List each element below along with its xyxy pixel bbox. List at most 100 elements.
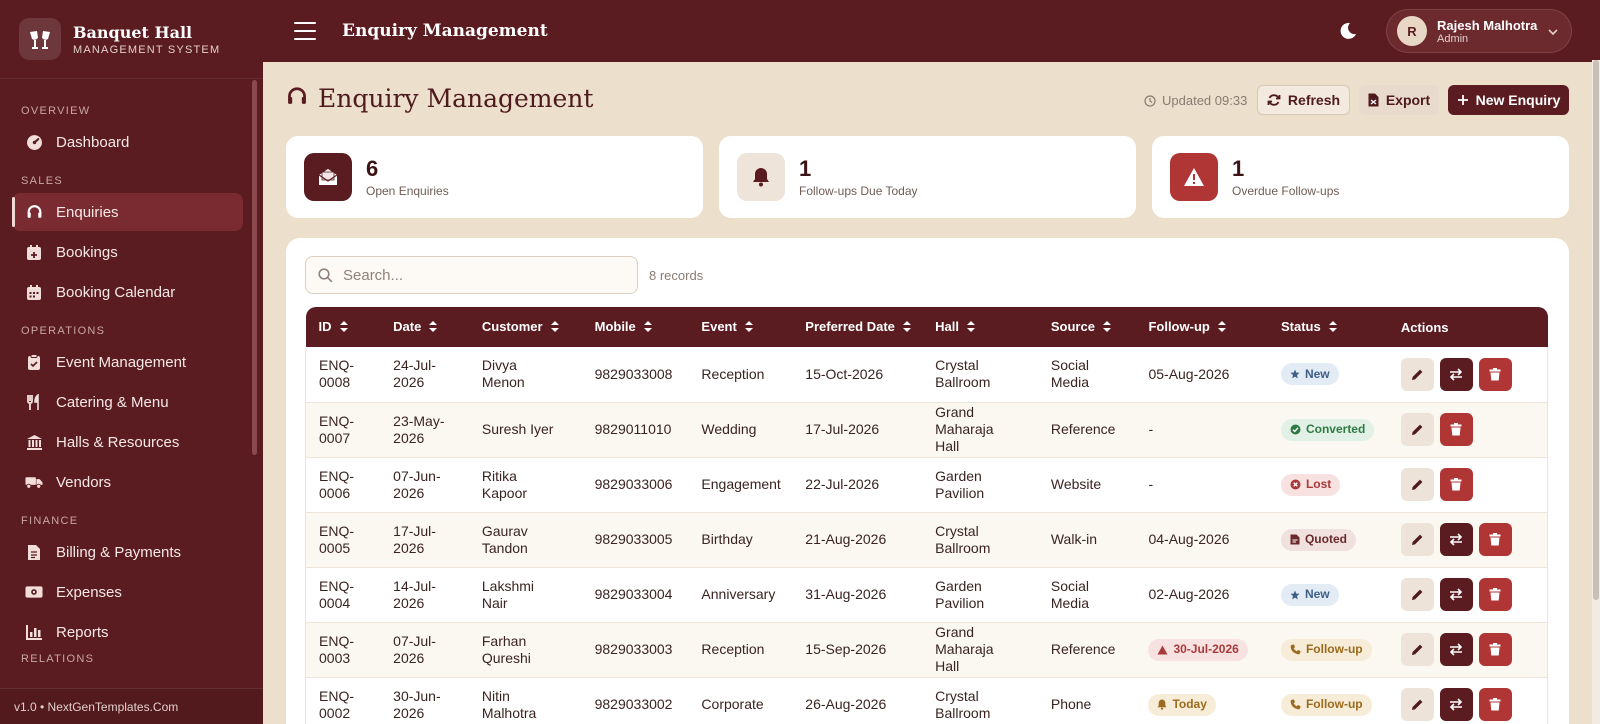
cell-mobile: 9829011010 — [581, 402, 689, 458]
edit-button[interactable] — [1400, 688, 1434, 721]
sidebar-item-vendors[interactable]: Vendors — [12, 463, 243, 501]
column-header[interactable]: Follow-up — [1135, 307, 1268, 347]
column-header[interactable]: Date — [380, 307, 469, 347]
trash-icon — [1489, 643, 1501, 656]
cell-source: Social Media — [1037, 567, 1136, 623]
edit-button[interactable] — [1400, 468, 1434, 501]
cell-status: Lost — [1267, 457, 1388, 513]
cell-mobile: 9829033006 — [581, 457, 689, 513]
cell-event: Birthday — [688, 512, 793, 568]
convert-button[interactable] — [1439, 523, 1473, 556]
stat-overdue-followups: 1 Overdue Follow-ups — [1152, 136, 1569, 218]
cell-followup: - — [1135, 457, 1268, 513]
sidebar-item-halls-resources[interactable]: Halls & Resources — [12, 423, 243, 461]
sidebar-item-label: Halls & Resources — [56, 433, 180, 451]
cell-actions — [1387, 512, 1548, 568]
cell-customer: Ritika Kapoor — [468, 457, 582, 513]
sidebar-item-booking-calendar[interactable]: Booking Calendar — [12, 273, 243, 311]
edit-button[interactable] — [1400, 578, 1434, 611]
cell-customer: Suresh Iyer — [468, 402, 582, 458]
menu-toggle-icon[interactable] — [294, 22, 316, 40]
sort-icon[interactable] — [429, 320, 438, 335]
cell-followup: 04-Aug-2026 — [1135, 512, 1268, 568]
edit-button[interactable] — [1400, 413, 1434, 446]
delete-button[interactable] — [1439, 468, 1473, 501]
cell-id: ENQ-0008 — [305, 347, 381, 403]
enquiry-table: ID Date Customer Mobile Event Preferred Date H… — [305, 307, 1548, 724]
calendar-plus-icon — [25, 243, 43, 261]
sidebar-item-dashboard[interactable]: Dashboard — [12, 123, 243, 161]
column-header[interactable]: Source — [1038, 307, 1136, 347]
sidebar-scrollbar[interactable] — [252, 80, 257, 455]
bell-icon — [737, 153, 785, 201]
sort-icon[interactable] — [550, 320, 559, 335]
sidebar-item-billing-payments[interactable]: Billing & Payments — [12, 533, 243, 571]
column-header[interactable]: Preferred Date — [792, 307, 922, 347]
delete-button[interactable] — [1478, 633, 1512, 666]
edit-button[interactable] — [1400, 633, 1434, 666]
search-input[interactable] — [343, 266, 623, 284]
table-body: ENQ-0008 24-Jul-2026 Divya Menon 9829033008… — [305, 347, 1548, 724]
convert-button[interactable] — [1439, 357, 1473, 391]
cell-mobile: 9829033008 — [581, 347, 689, 403]
cell-actions — [1387, 347, 1548, 403]
cell-date: 14-Jul-2026 — [380, 567, 469, 623]
export-button[interactable]: Export — [1359, 85, 1439, 115]
column-header[interactable]: Status — [1268, 307, 1388, 347]
sort-icon[interactable] — [339, 320, 348, 335]
convert-button[interactable] — [1439, 578, 1473, 611]
cell-status: Quoted — [1267, 512, 1388, 568]
refresh-button[interactable]: Refresh — [1257, 85, 1350, 115]
sort-icon[interactable] — [643, 320, 652, 335]
column-header[interactable]: Hall — [922, 307, 1038, 347]
column-header-label: Actions — [1400, 319, 1449, 335]
column-header[interactable]: Event — [688, 307, 792, 347]
cell-actions — [1387, 677, 1548, 724]
delete-button[interactable] — [1478, 357, 1512, 391]
convert-button[interactable] — [1439, 633, 1473, 666]
cell-source: Phone — [1037, 677, 1136, 724]
search-box[interactable] — [305, 256, 638, 294]
delete-button[interactable] — [1478, 688, 1512, 721]
moon-icon[interactable] — [1339, 22, 1357, 43]
table-row: ENQ-0006 07-Jun-2026 Ritika Kapoor 98290330… — [305, 457, 1548, 513]
pencil-icon — [1411, 699, 1423, 710]
cell-source: Walk-in — [1037, 512, 1136, 568]
cell-status: New — [1267, 567, 1388, 623]
delete-button[interactable] — [1439, 413, 1473, 446]
delete-button[interactable] — [1478, 578, 1512, 611]
sort-icon[interactable] — [902, 320, 911, 335]
column-header[interactable]: ID — [306, 307, 381, 347]
column-header[interactable]: Customer — [469, 307, 582, 347]
new-enquiry-button[interactable]: New Enquiry — [1448, 85, 1569, 115]
cell-source: Reference — [1037, 622, 1136, 678]
sort-icon[interactable] — [744, 320, 753, 335]
sidebar-item-reports[interactable]: Reports — [12, 613, 243, 651]
sort-icon[interactable] — [1102, 320, 1111, 335]
sidebar-item-bookings[interactable]: Bookings — [12, 233, 243, 271]
sort-icon[interactable] — [1217, 320, 1226, 335]
status-text: New — [1304, 587, 1330, 601]
sidebar-item-enquiries[interactable]: Enquiries — [12, 193, 243, 231]
pencil-icon — [1411, 644, 1423, 655]
truck-icon — [25, 473, 43, 491]
chevron-down-icon — [1547, 25, 1559, 41]
convert-button[interactable] — [1439, 688, 1473, 721]
sidebar-item-expenses[interactable]: Expenses — [12, 573, 243, 611]
user-menu[interactable]: R Rajesh Malhotra Admin — [1386, 9, 1572, 53]
edit-button[interactable] — [1400, 523, 1434, 556]
sort-icon[interactable] — [966, 320, 975, 335]
pencil-icon — [1411, 479, 1423, 490]
trash-icon — [1489, 533, 1501, 546]
main-scrollbar[interactable] — [1592, 60, 1600, 724]
cell-date: 23-May-2026 — [380, 402, 469, 458]
column-header-label: Status — [1280, 318, 1321, 334]
edit-button[interactable] — [1400, 357, 1434, 391]
delete-button[interactable] — [1478, 523, 1512, 556]
trash-icon — [1450, 478, 1462, 491]
sidebar-item-catering-menu[interactable]: Catering & Menu — [12, 383, 243, 421]
cell-source: Reference — [1037, 402, 1136, 458]
sidebar-item-event-management[interactable]: Event Management — [12, 343, 243, 381]
sort-icon[interactable] — [1328, 320, 1337, 335]
column-header[interactable]: Mobile — [582, 307, 689, 347]
